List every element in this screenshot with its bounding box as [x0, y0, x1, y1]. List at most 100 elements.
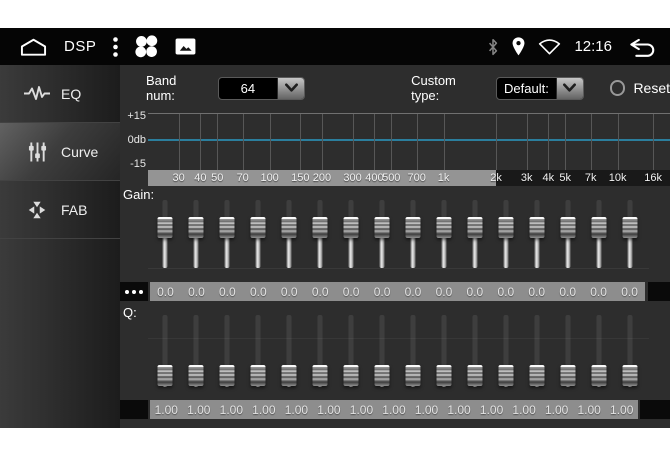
fader-knob[interactable]: [622, 217, 637, 238]
gain-more-left-button[interactable]: [120, 282, 148, 301]
q-fader[interactable]: [305, 313, 336, 393]
frequency-axis[interactable]: 304050701001502003004005007001k2k3k4k5k7…: [148, 170, 670, 186]
fader-knob[interactable]: [591, 365, 606, 386]
band-num-dropdown[interactable]: 64: [218, 77, 305, 100]
reset-radio[interactable]: [610, 80, 626, 96]
fader-knob[interactable]: [282, 365, 297, 386]
fader-knob[interactable]: [220, 217, 235, 238]
home-icon[interactable]: [20, 38, 47, 56]
overflow-menu-icon[interactable]: [113, 37, 118, 57]
apps-icon[interactable]: [135, 35, 158, 58]
fader-knob[interactable]: [467, 365, 482, 386]
gain-fader[interactable]: [459, 198, 490, 280]
fader-knob[interactable]: [313, 217, 328, 238]
dsp-app-screen: DSP 12:16 EQCurveFAB Band num: 64 Custom…: [0, 28, 670, 428]
fader-knob[interactable]: [313, 365, 328, 386]
eq-curve-plot[interactable]: [148, 113, 670, 171]
app-title: DSP: [64, 38, 96, 55]
gain-fader[interactable]: [398, 198, 429, 280]
gain-fader[interactable]: [274, 198, 305, 280]
q-fader[interactable]: [367, 313, 398, 393]
plot-gridline: [217, 114, 218, 171]
gain-fader[interactable]: [212, 198, 243, 280]
q-fader[interactable]: [274, 313, 305, 393]
fader-knob[interactable]: [158, 365, 173, 386]
fader-knob[interactable]: [375, 217, 390, 238]
chevron-down-icon[interactable]: [277, 78, 304, 99]
fader-knob[interactable]: [529, 365, 544, 386]
fader-knob[interactable]: [344, 217, 359, 238]
fader-knob[interactable]: [498, 365, 513, 386]
fader-knob[interactable]: [189, 217, 204, 238]
plot-gridline: [322, 114, 323, 171]
q-fader[interactable]: [212, 313, 243, 393]
q-fader[interactable]: [552, 313, 583, 393]
back-icon[interactable]: [625, 37, 656, 57]
sidebar-item-label: FAB: [61, 202, 87, 218]
fader-knob[interactable]: [220, 365, 235, 386]
fader-knob[interactable]: [158, 217, 173, 238]
freq-tick-label: 150: [291, 172, 309, 184]
sidebar-item-eq[interactable]: EQ: [0, 65, 120, 123]
q-value-strip: 1.001.001.001.001.001.001.001.001.001.00…: [150, 400, 638, 419]
q-fader[interactable]: [459, 313, 490, 393]
fader-knob[interactable]: [251, 365, 266, 386]
gain-value: 0.0: [336, 282, 367, 301]
gain-fader[interactable]: [490, 198, 521, 280]
fader-knob[interactable]: [529, 217, 544, 238]
gallery-icon[interactable]: [175, 38, 196, 55]
chevron-down-icon[interactable]: [556, 78, 583, 99]
fader-knob[interactable]: [467, 217, 482, 238]
fader-knob[interactable]: [591, 217, 606, 238]
q-fader[interactable]: [243, 313, 274, 393]
gain-fader[interactable]: [367, 198, 398, 280]
gain-value-strip: 0.00.00.00.00.00.00.00.00.00.00.00.00.00…: [150, 282, 645, 301]
gain-value: 0.0: [552, 282, 583, 301]
fader-knob[interactable]: [560, 365, 575, 386]
gain-fader[interactable]: [150, 198, 181, 280]
sidebar-item-fab[interactable]: FAB: [0, 181, 120, 239]
q-fader[interactable]: [336, 313, 367, 393]
q-fader[interactable]: [583, 313, 614, 393]
gain-fader[interactable]: [552, 198, 583, 280]
q-fader[interactable]: [614, 313, 645, 393]
reset-label[interactable]: Reset: [633, 80, 670, 96]
q-fader[interactable]: [181, 313, 212, 393]
fader-knob[interactable]: [560, 217, 575, 238]
freq-tick-label: 1k: [438, 172, 450, 184]
fader-knob[interactable]: [189, 365, 204, 386]
freq-tick-label: 2k: [490, 172, 502, 184]
fader-knob[interactable]: [405, 217, 420, 238]
fader-knob[interactable]: [622, 365, 637, 386]
top-controls: Band num: 64 Custom type: Default: Reset: [120, 76, 670, 100]
freq-tick-label: 40: [194, 172, 206, 184]
fader-knob[interactable]: [436, 365, 451, 386]
freq-tick-label: 200: [313, 172, 331, 184]
gain-fader[interactable]: [181, 198, 212, 280]
gain-fader[interactable]: [305, 198, 336, 280]
q-fader[interactable]: [521, 313, 552, 393]
fader-knob[interactable]: [251, 217, 266, 238]
gain-fader[interactable]: [336, 198, 367, 280]
q-fader[interactable]: [150, 313, 181, 393]
q-fader[interactable]: [398, 313, 429, 393]
gain-fader[interactable]: [583, 198, 614, 280]
fader-knob[interactable]: [405, 365, 420, 386]
gain-value: 0.0: [583, 282, 614, 301]
gain-value: 0.0: [243, 282, 274, 301]
fader-knob[interactable]: [344, 365, 359, 386]
sidebar-item-curve[interactable]: Curve: [0, 123, 120, 181]
gain-fader[interactable]: [428, 198, 459, 280]
gain-more-right-button[interactable]: [648, 282, 670, 301]
fader-knob[interactable]: [436, 217, 451, 238]
gain-fader[interactable]: [243, 198, 274, 280]
fader-knob[interactable]: [375, 365, 390, 386]
q-row-right-box: [640, 400, 670, 419]
gain-fader[interactable]: [614, 198, 645, 280]
custom-type-dropdown[interactable]: Default:: [496, 77, 583, 100]
q-fader[interactable]: [490, 313, 521, 393]
fader-knob[interactable]: [498, 217, 513, 238]
q-fader[interactable]: [428, 313, 459, 393]
gain-fader[interactable]: [521, 198, 552, 280]
fader-knob[interactable]: [282, 217, 297, 238]
